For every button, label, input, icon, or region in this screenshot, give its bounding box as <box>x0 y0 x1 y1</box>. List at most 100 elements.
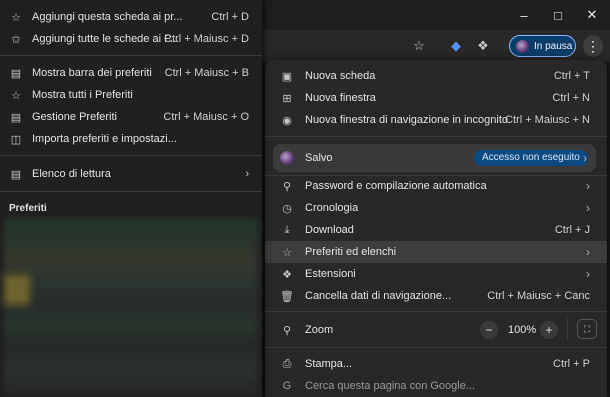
menu-item-label: Elenco di lettura <box>32 168 111 180</box>
chevron-right-icon: › <box>586 201 590 215</box>
bm-item-reading-list[interactable]: ▤ Elenco di lettura › <box>0 163 262 185</box>
printer-icon: ⎙ <box>282 357 292 370</box>
zoom-icon: ⚲ <box>282 324 292 337</box>
menu-item-shortcut: Ctrl + Maiusc + D <box>164 33 249 45</box>
star-icon: ☆ <box>11 11 21 24</box>
menu-item-label: Cancella dati di navigazione... <box>305 290 452 302</box>
menu-item-history[interactable]: ◷ Cronologia › <box>265 197 607 219</box>
menu-item-extensions[interactable]: ❖ Estensioni › <box>265 263 607 285</box>
bm-item-show-all[interactable]: ☆ Mostra tutti i Preferiti <box>0 84 262 106</box>
new-tab-icon: ▣ <box>281 70 293 83</box>
extensions-puzzle-icon[interactable]: ❖ <box>472 36 494 56</box>
new-window-icon: ⊞ <box>282 92 292 105</box>
zoom-in-button[interactable]: + <box>540 321 558 339</box>
divider <box>265 136 607 137</box>
menu-item-new-tab[interactable]: ▣ Nuova scheda Ctrl + T <box>265 65 607 87</box>
profile-name: Salvo <box>305 152 333 164</box>
menu-item-label: Preferiti ed elenchi <box>305 246 397 258</box>
more-menu-icon[interactable]: ⋮ <box>583 35 603 57</box>
menu-item-shortcut: Ctrl + T <box>553 70 590 82</box>
menu-item-bookmarks-lists[interactable]: ☆ Preferiti ed elenchi › <box>265 241 607 263</box>
bm-item-import[interactable]: ◫ Importa preferiti e impostazi... <box>0 128 262 150</box>
divider <box>265 347 607 348</box>
menu-item-label: Password e compilazione automatica <box>305 180 487 192</box>
history-icon: ◷ <box>282 202 292 215</box>
menu-item-shortcut: Ctrl + N <box>552 92 590 104</box>
profile-row[interactable]: Salvo Accesso non eseguito › <box>273 144 596 172</box>
menu-item-passwords[interactable]: ⚲ Password e compilazione automatica › <box>265 175 607 197</box>
menu-item-new-window[interactable]: ⊞ Nuova finestra Ctrl + N <box>265 87 607 109</box>
menu-item-label: Mostra tutti i Preferiti <box>32 89 133 101</box>
chevron-right-icon: › <box>586 179 590 193</box>
menu-item-incognito[interactable]: ◉ Nuova finestra di navigazione in incog… <box>265 109 607 131</box>
bm-item-manager[interactable]: ▤ Gestione Preferiti Ctrl + Maiusc + O <box>0 106 262 128</box>
google-icon: G <box>282 380 292 392</box>
chevron-right-icon: › <box>245 168 249 180</box>
import-icon: ◫ <box>10 133 22 146</box>
star-add-icon: ✩ <box>11 33 21 46</box>
bookmarks-bar-icon: ▤ <box>10 67 22 80</box>
incognito-icon: ◉ <box>282 114 292 127</box>
chevron-right-icon: › <box>586 267 590 281</box>
menu-item-print[interactable]: ⎙ Stampa... Ctrl + P <box>265 353 607 375</box>
menu-item-label: Estensioni <box>305 268 356 280</box>
divider <box>567 318 568 340</box>
blurred-bookmark-folder <box>4 275 30 305</box>
menu-item-label: Download <box>305 224 354 236</box>
menu-item-label: Aggiungi tutte le schede ai P... <box>32 33 180 45</box>
menu-item-clear-data[interactable]: 🗑 Cancella dati di navigazione... Ctrl +… <box>265 285 607 307</box>
profile-chip[interactable]: In pausa <box>509 35 576 57</box>
minimize-icon[interactable]: – <box>514 6 534 24</box>
menu-item-shortcut: Ctrl + D <box>211 11 249 23</box>
menu-item-shortcut: Ctrl + Maiusc + Canc <box>487 290 590 302</box>
blurred-bookmarks-list <box>4 218 258 397</box>
star-icon: ☆ <box>11 89 21 102</box>
menu-item-shortcut: Ctrl + J <box>554 224 590 236</box>
menu-item-label: Cerca questa pagina con Google... <box>305 380 476 392</box>
menu-item-download[interactable]: ⤓ Download Ctrl + J <box>265 219 607 241</box>
menu-item-label: Cronologia <box>305 202 359 214</box>
fullscreen-icon[interactable]: ⛶ <box>577 319 597 339</box>
trash-icon: 🗑 <box>280 290 294 303</box>
reading-list-icon: ▤ <box>10 168 22 181</box>
divider <box>0 155 262 156</box>
divider <box>0 191 262 192</box>
avatar <box>516 39 529 53</box>
puzzle-icon: ❖ <box>282 268 292 281</box>
bm-item-bookmark-all-tabs[interactable]: ✩ Aggiungi tutte le schede ai P... Ctrl … <box>0 28 262 50</box>
chevron-right-icon: › <box>586 245 590 259</box>
avatar <box>280 151 294 165</box>
key-icon: ⚲ <box>282 180 292 193</box>
menu-item-label: Gestione Preferiti <box>32 111 117 123</box>
extension-shield-icon[interactable]: ◆ <box>445 36 467 56</box>
divider <box>0 55 262 56</box>
menu-item-label: Importa preferiti e impostazi... <box>32 133 177 145</box>
zoom-out-button[interactable]: − <box>480 321 498 339</box>
divider <box>265 311 607 312</box>
folder-icon: ▤ <box>10 111 22 124</box>
menu-item-label: Nuova scheda <box>305 70 376 82</box>
menu-item-shortcut: Ctrl + P <box>553 358 590 370</box>
sign-in-status-badge[interactable]: Accesso non eseguito <box>474 150 588 166</box>
bookmark-star-icon[interactable]: ☆ <box>408 36 430 56</box>
chevron-right-icon: › <box>583 151 587 165</box>
menu-item-label: Aggiungi questa scheda ai pr... <box>32 11 183 23</box>
menu-item-label: Mostra barra dei preferiti <box>32 67 152 79</box>
menu-item-label: Stampa... <box>305 358 353 370</box>
menu-item-shortcut: Ctrl + Maiusc + N <box>505 114 590 126</box>
maximize-icon[interactable]: □ <box>548 6 568 24</box>
download-icon: ⤓ <box>284 223 290 236</box>
menu-item-shortcut: Ctrl + Maiusc + O <box>163 111 249 123</box>
menu-item-label: Nuova finestra di navigazione in incogni… <box>305 114 509 126</box>
bm-item-show-bar[interactable]: ▤ Mostra barra dei preferiti Ctrl + Maiu… <box>0 62 262 84</box>
bookmarks-section-header: Preferiti <box>9 203 47 214</box>
menu-item-search-google[interactable]: G Cerca questa pagina con Google... <box>265 375 607 397</box>
menu-item-shortcut: Ctrl + Maiusc + B <box>164 67 249 79</box>
profile-chip-label: In pausa <box>534 40 573 52</box>
zoom-value: 100% <box>508 324 537 336</box>
zoom-label: Zoom <box>305 324 334 336</box>
bm-item-bookmark-tab[interactable]: ☆ Aggiungi questa scheda ai pr... Ctrl +… <box>0 6 262 28</box>
menu-item-label: Nuova finestra <box>305 92 376 104</box>
star-icon: ☆ <box>282 246 292 259</box>
close-icon[interactable]: ✕ <box>582 6 602 24</box>
